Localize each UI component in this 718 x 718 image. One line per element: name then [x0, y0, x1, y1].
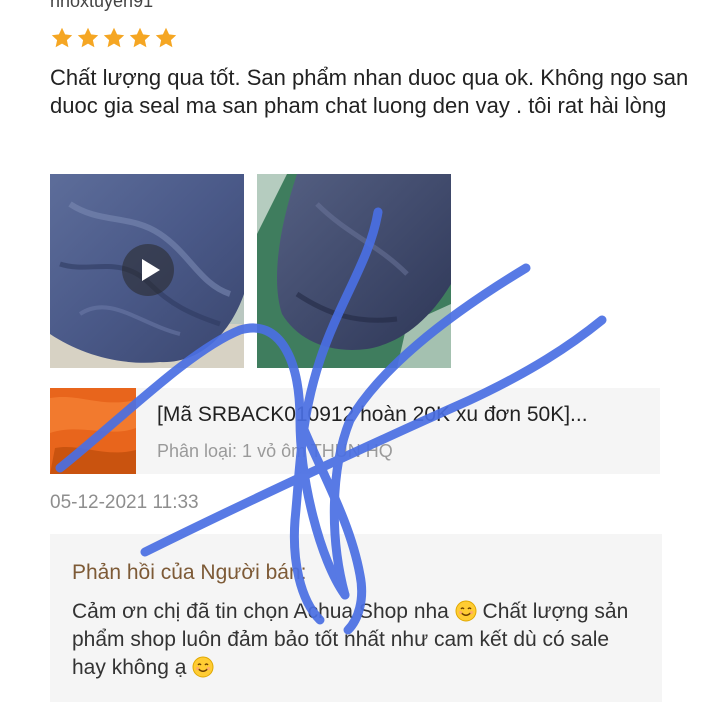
product-title: [Mã SRBACK010912 hoàn 20K xu đơn 50K]... — [157, 403, 588, 426]
star-icon — [77, 27, 99, 48]
photo-image — [257, 174, 451, 368]
star-icon — [129, 27, 151, 48]
smiling-face-emoji-icon — [455, 600, 477, 622]
review-date: 05-12-2021 11:33 — [50, 492, 199, 513]
seller-reply: Phản hồi của Người bán: Cảm ơn chị đã ti… — [50, 534, 662, 702]
smiling-face-emoji-icon — [192, 656, 214, 678]
review-page: nnoxtuyen91 Chất lượng qua tốt. San phẩm… — [0, 0, 718, 718]
product-card[interactable]: [Mã SRBACK010912 hoàn 20K xu đơn 50K]...… — [50, 388, 660, 474]
star-icon — [155, 27, 177, 48]
product-image — [50, 388, 136, 474]
review-text: Chất lượng qua tốt. San phẩm nhan duoc q… — [50, 65, 689, 118]
product-thumbnail — [50, 388, 136, 474]
rating-stars — [50, 26, 178, 50]
product-variant: Phân loại: 1 vỏ ôm THUN HQ — [157, 441, 393, 461]
star-icon — [51, 27, 73, 48]
review-photo-thumbnail[interactable] — [257, 174, 451, 368]
play-icon[interactable] — [122, 244, 174, 296]
star-icon — [103, 27, 125, 48]
seller-reply-text-part1: Cảm ơn chị đã tin chọn Achua Shop nha — [72, 600, 455, 623]
seller-reply-text: Cảm ơn chị đã tin chọn Achua Shop nha Ch… — [72, 598, 642, 682]
seller-reply-label: Phản hồi của Người bán: — [72, 561, 307, 584]
reviewer-username: nnoxtuyen91 — [50, 0, 154, 11]
review-video-thumbnail[interactable] — [50, 174, 244, 368]
